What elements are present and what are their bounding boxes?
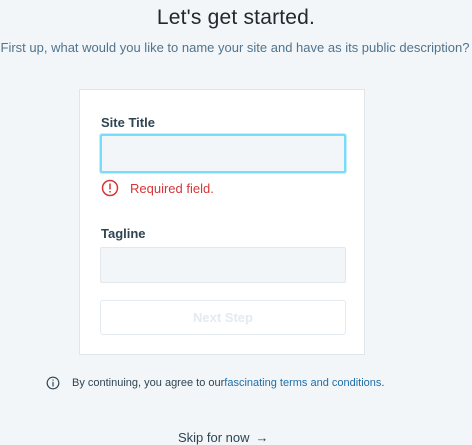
site-title-error: Required field. — [101, 178, 214, 198]
tagline-input[interactable] — [100, 247, 346, 283]
site-title-input[interactable] — [100, 134, 346, 173]
error-message: Required field. — [130, 180, 214, 196]
site-setup-card: Site Title Required field. Tagline Next … — [79, 89, 365, 355]
tagline-label: Tagline — [101, 226, 146, 241]
terms-prefix: By continuing, you agree to our — [72, 377, 225, 389]
page-title: Let's get started. — [156, 6, 316, 29]
terms-notice: By continuing, you agree to our fascinat… — [46, 374, 384, 392]
site-title-label: Site Title — [101, 115, 155, 130]
terms-link[interactable]: fascinating terms and conditions — [224, 377, 381, 389]
terms-suffix: . — [381, 377, 385, 389]
next-step-button[interactable]: Next Step — [100, 300, 346, 335]
alert-circle-icon — [101, 179, 119, 197]
page-subtitle: First up, what would you like to name yo… — [0, 40, 470, 55]
info-icon — [46, 376, 60, 390]
